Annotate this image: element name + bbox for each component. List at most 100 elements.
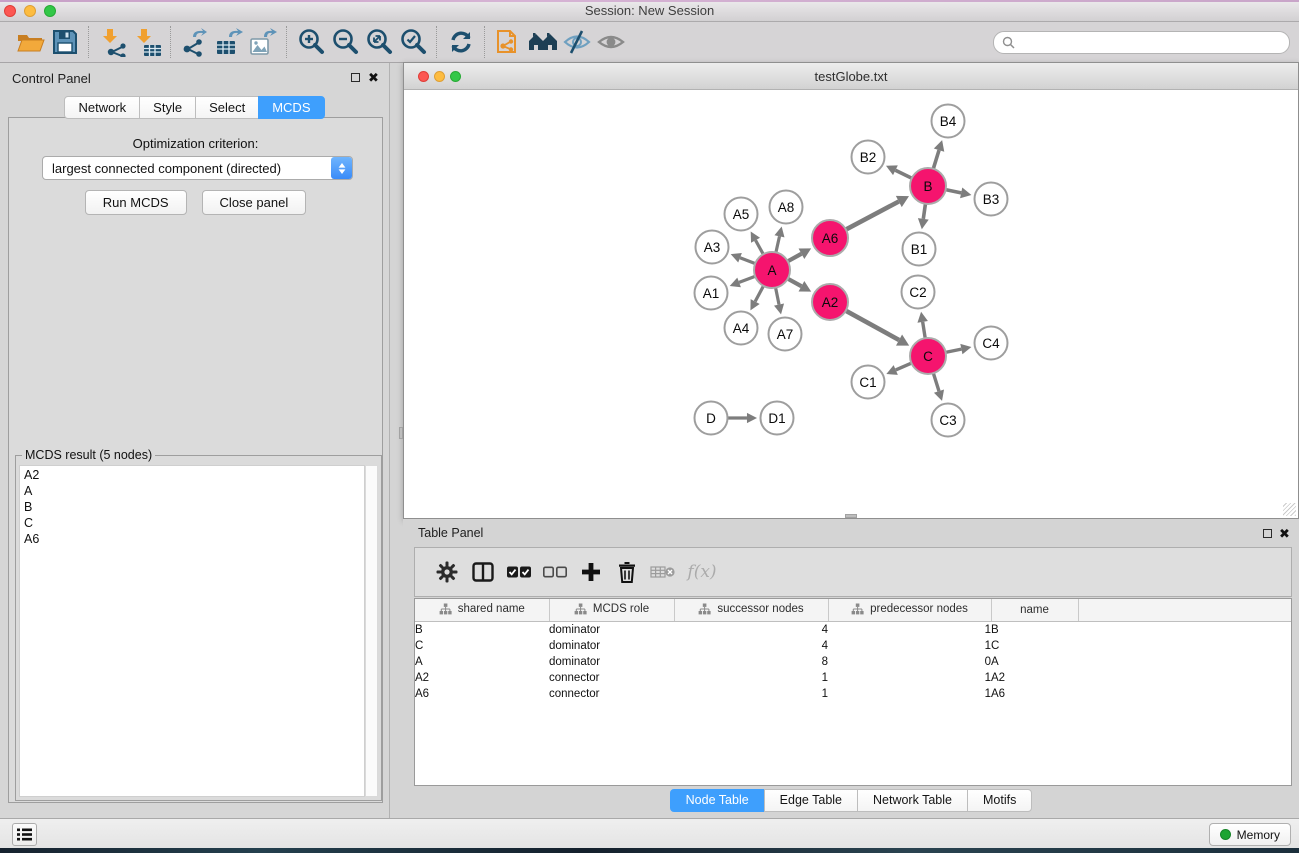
table-cell[interactable]: dominator [549, 638, 674, 654]
table-cell[interactable]: B [415, 622, 549, 639]
run-mcds-button[interactable]: Run MCDS [85, 190, 187, 215]
window-titlebar[interactable]: Session: New Session [0, 0, 1299, 22]
column-header-mcds-role[interactable]: MCDS role [549, 599, 674, 622]
show-graphics-details-button[interactable] [594, 25, 628, 59]
network-graph[interactable]: B4B2BB3A8A5A6A3B1AC2A1A2A4A7C4CC1C3DD1 [405, 90, 1299, 519]
edge-A-A2[interactable] [788, 279, 801, 286]
table-row[interactable]: A2connector11A2 [415, 670, 1291, 686]
table-cell[interactable]: 1 [828, 638, 991, 654]
tab-mcds[interactable]: MCDS [258, 96, 324, 119]
memory-button[interactable]: Memory [1209, 823, 1291, 846]
refresh-layout-button[interactable] [444, 25, 478, 59]
network-canvas[interactable]: B4B2BB3A8A5A6A3B1AC2A1A2A4A7C4CC1C3DD1 [405, 90, 1297, 517]
table-row[interactable]: Cdominator41C [415, 638, 1291, 654]
criterion-dropdown[interactable]: largest connected component (directed) [42, 156, 353, 180]
edge-A-A8[interactable] [776, 236, 779, 252]
table-row[interactable]: A6connector11A6 [415, 686, 1291, 702]
mcds-result-scrollbar[interactable] [365, 465, 378, 797]
edge-B-B3[interactable] [946, 190, 961, 193]
column-header-shared-name[interactable]: shared name [415, 599, 549, 622]
table-cell[interactable]: A6 [415, 686, 549, 702]
home-button[interactable] [526, 25, 560, 59]
table-cell[interactable]: dominator [549, 654, 674, 670]
tab-select[interactable]: Select [195, 96, 259, 119]
close-panel-button-mcds[interactable]: Close panel [202, 190, 307, 215]
table-cell[interactable]: A2 [991, 670, 1078, 686]
table-cell[interactable]: 1 [674, 686, 828, 702]
close-table-panel-button[interactable]: ✖ [1278, 527, 1291, 540]
edge-A-A4[interactable] [755, 286, 763, 301]
column-header-name[interactable]: name [991, 599, 1078, 622]
mcds-result-item[interactable]: A6 [20, 531, 364, 547]
table-cell[interactable]: A [991, 654, 1078, 670]
import-network-button[interactable] [96, 25, 130, 59]
task-history-button[interactable] [12, 823, 37, 846]
edge-A-A6[interactable] [788, 254, 801, 261]
hide-graphics-details-button[interactable] [560, 25, 594, 59]
table-cell[interactable]: A [415, 654, 549, 670]
table-cell[interactable]: 4 [674, 638, 828, 654]
table-tab-node-table[interactable]: Node Table [670, 789, 765, 812]
network-window-titlebar[interactable]: testGlobe.txt [404, 63, 1298, 90]
resize-grip[interactable] [1283, 503, 1296, 516]
zoom-fit-button[interactable] [362, 25, 396, 59]
table-cell[interactable]: B [991, 622, 1078, 639]
export-image-button[interactable] [246, 25, 280, 59]
edge-A-A7[interactable] [776, 288, 779, 304]
save-session-button[interactable] [48, 25, 82, 59]
edge-A2-C[interactable] [846, 311, 899, 340]
edge-C-C4[interactable] [946, 349, 961, 352]
tab-style[interactable]: Style [139, 96, 196, 119]
table-cell[interactable]: A6 [991, 686, 1078, 702]
select-all-columns-button[interactable] [501, 555, 537, 589]
table-cell[interactable]: 4 [674, 622, 828, 639]
table-cell[interactable]: connector [549, 686, 674, 702]
network-from-selection-button[interactable] [492, 25, 526, 59]
float-panel-button[interactable] [349, 71, 362, 84]
deselect-all-columns-button[interactable] [537, 555, 573, 589]
horizontal-splitter-handle[interactable] [845, 514, 857, 518]
table-options-button[interactable] [429, 555, 465, 589]
edge-B-B4[interactable] [933, 150, 939, 168]
table-cell[interactable]: 1 [828, 686, 991, 702]
table-cell[interactable]: connector [549, 670, 674, 686]
mcds-result-item[interactable]: A2 [20, 467, 364, 483]
column-header-predecessor-nodes[interactable]: predecessor nodes [828, 599, 991, 622]
vertical-splitter-handle[interactable] [399, 427, 403, 439]
add-column-button[interactable] [573, 555, 609, 589]
table-cell[interactable]: 1 [674, 670, 828, 686]
close-panel-button[interactable]: ✖ [367, 71, 380, 84]
open-session-button[interactable] [14, 25, 48, 59]
table-cell[interactable]: 1 [828, 670, 991, 686]
table-cell[interactable]: 0 [828, 654, 991, 670]
table-cell[interactable]: C [991, 638, 1078, 654]
table-tab-network-table[interactable]: Network Table [857, 789, 968, 812]
edge-A-A3[interactable] [740, 258, 755, 264]
edge-A-A5[interactable] [756, 240, 764, 254]
table-tab-edge-table[interactable]: Edge Table [764, 789, 858, 812]
search-field[interactable] [993, 31, 1290, 54]
mcds-result-item[interactable]: C [20, 515, 364, 531]
column-header-successor-nodes[interactable]: successor nodes [674, 599, 828, 622]
edge-C-C3[interactable] [934, 374, 939, 391]
zoom-selected-button[interactable] [396, 25, 430, 59]
table-row[interactable]: Adominator80A [415, 654, 1291, 670]
zoom-in-button[interactable] [294, 25, 328, 59]
zoom-out-button[interactable] [328, 25, 362, 59]
table-cell[interactable]: A2 [415, 670, 549, 686]
float-table-panel-button[interactable] [1261, 527, 1274, 540]
edge-B-B1[interactable] [923, 204, 925, 219]
table-cell[interactable]: C [415, 638, 549, 654]
table-tab-motifs[interactable]: Motifs [967, 789, 1032, 812]
table-cell[interactable]: 8 [674, 654, 828, 670]
table-cell[interactable]: 1 [828, 622, 991, 639]
export-network-button[interactable] [178, 25, 212, 59]
column-view-button[interactable] [465, 555, 501, 589]
import-table-button[interactable] [130, 25, 164, 59]
edge-C-C1[interactable] [896, 363, 911, 370]
search-input[interactable] [1020, 34, 1281, 51]
edge-B-B2[interactable] [895, 170, 911, 178]
edge-A6-B[interactable] [846, 201, 898, 229]
delete-table-button[interactable] [645, 555, 681, 589]
mcds-result-item[interactable]: B [20, 499, 364, 515]
